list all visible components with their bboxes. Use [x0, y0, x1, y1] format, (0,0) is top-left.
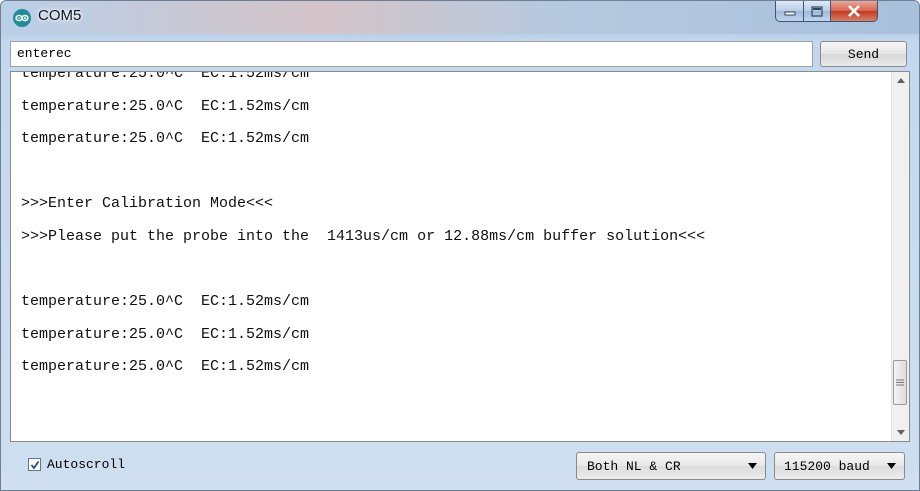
maximize-button[interactable]	[803, 1, 831, 22]
arrow-up-icon	[896, 78, 905, 83]
close-button[interactable]	[830, 1, 878, 22]
serial-monitor-window: COM5 enterec Send temperature:25.0^C EC:…	[0, 0, 920, 491]
output-line: temperature:25.0^C EC:1.52ms/cm	[21, 325, 310, 343]
serial-output[interactable]: temperature:25.0^C EC:1.52ms/cm temperat…	[10, 71, 910, 442]
baud-rate-select[interactable]: 115200 baud	[774, 452, 905, 480]
line-ending-value: Both NL & CR	[587, 458, 681, 474]
output-lines: temperature:25.0^C EC:1.52ms/cm temperat…	[21, 71, 886, 384]
line-ending-select[interactable]: Both NL & CR	[576, 452, 766, 480]
chevron-down-icon	[748, 463, 757, 469]
send-button[interactable]: Send	[820, 41, 907, 67]
scroll-down-button[interactable]	[892, 424, 909, 441]
output-line: >>>Please put the probe into the 1413us/…	[21, 227, 706, 245]
minimize-icon	[784, 11, 795, 16]
maximize-icon	[811, 5, 823, 17]
arduino-icon	[13, 9, 31, 27]
autoscroll-label: Autoscroll	[47, 457, 126, 472]
window-title: COM5	[38, 7, 82, 24]
vertical-scrollbar[interactable]	[891, 72, 909, 441]
autoscroll-toggle[interactable]: Autoscroll	[28, 457, 125, 472]
close-icon	[848, 5, 860, 17]
status-bar: Autoscroll Both NL & CR 115200 baud	[10, 452, 910, 480]
output-line: >>>Enter Calibration Mode<<<	[21, 195, 274, 213]
scroll-up-button[interactable]	[892, 72, 909, 89]
autoscroll-checkbox[interactable]	[28, 458, 41, 471]
output-line: temperature:25.0^C EC:1.52ms/cm	[21, 130, 310, 148]
baud-rate-value: 115200 baud	[784, 458, 870, 474]
output-line: temperature:25.0^C EC:1.52ms/cm	[21, 358, 310, 376]
arrow-down-icon	[896, 430, 905, 435]
grip-icon	[896, 379, 904, 386]
chevron-down-icon	[887, 463, 896, 469]
scroll-thumb[interactable]	[893, 360, 907, 405]
output-line: temperature:25.0^C EC:1.52ms/cm	[21, 71, 310, 82]
title-bar[interactable]: COM5	[1, 1, 919, 34]
minimize-button[interactable]	[775, 1, 804, 22]
checkmark-icon	[30, 460, 39, 469]
output-line: temperature:25.0^C EC:1.52ms/cm	[21, 97, 310, 115]
command-input[interactable]: enterec	[10, 41, 813, 67]
output-line: temperature:25.0^C EC:1.52ms/cm	[21, 293, 310, 311]
send-row: enterec Send	[10, 41, 910, 67]
